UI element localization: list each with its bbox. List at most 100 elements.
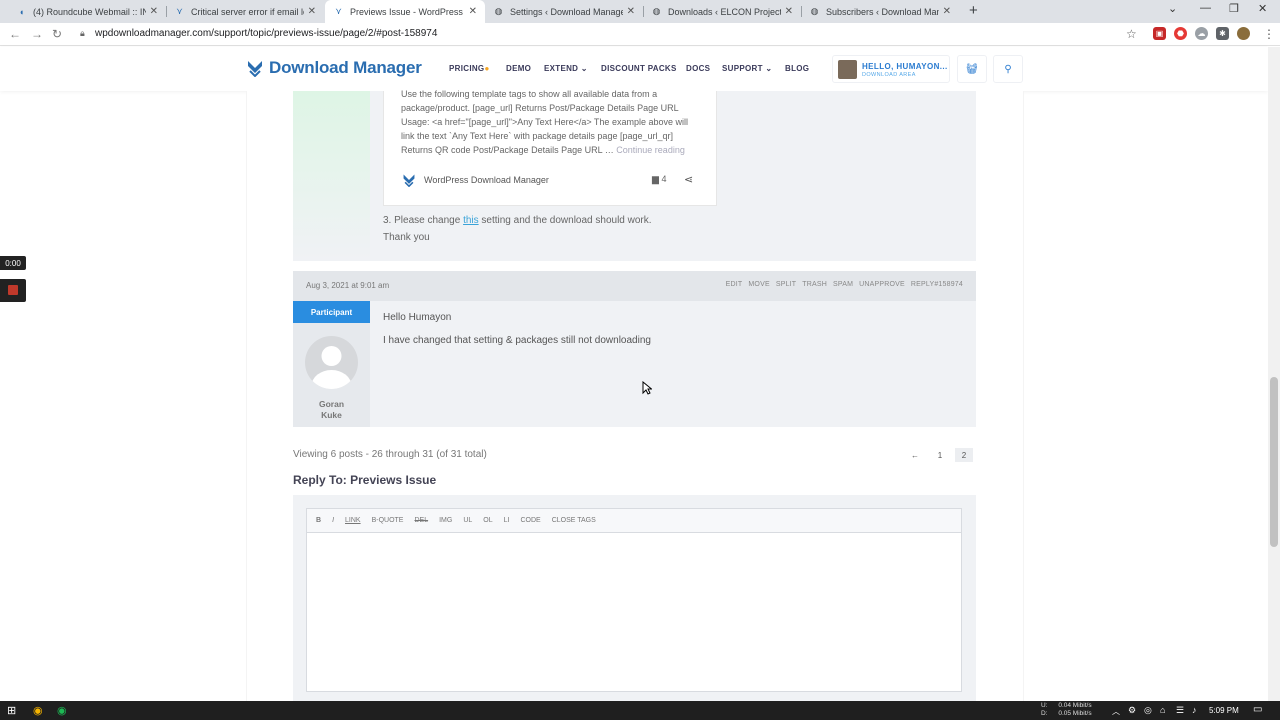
nav-discount-packs[interactable]: DISCOUNT PACKS [601, 64, 677, 73]
tab-critical-error[interactable]: ⋎ Critical server error if email lock ✕ [166, 0, 324, 23]
profile-avatar[interactable] [1237, 27, 1250, 40]
italic-button[interactable]: I [332, 517, 334, 524]
nav-extend[interactable]: EXTEND ⌄ [544, 64, 588, 73]
extension-cloud-icon[interactable]: ☁ [1195, 27, 1208, 40]
extension-adblock-icon[interactable]: ⬣ [1174, 27, 1187, 40]
reply-date: Aug 3, 2021 at 9:01 am [306, 281, 390, 290]
globe-icon: ◍ [494, 6, 503, 16]
share-icon[interactable]: ⋖ [684, 173, 693, 186]
forward-icon[interactable]: → [31, 27, 43, 41]
embed-site-title[interactable]: WordPress Download Manager [424, 175, 549, 185]
url-field[interactable]: wpdownloadmanager.com/support/topic/prev… [95, 28, 437, 39]
extensions-puzzle-icon[interactable]: ✱ [1216, 27, 1229, 40]
close-icon[interactable]: ✕ [943, 6, 951, 17]
close-icon[interactable]: ✕ [308, 6, 316, 17]
globe-icon: ◍ [652, 6, 661, 16]
back-icon[interactable]: ← [9, 27, 21, 41]
split-action[interactable]: SPLIT [776, 281, 796, 288]
previous-reply-author-column [293, 91, 370, 261]
tab-settings[interactable]: ◍ Settings ‹ Download Manager ‹ E ✕ [485, 0, 643, 23]
ul-button[interactable]: UL [463, 517, 472, 524]
cart-button[interactable]: 🧺︎ [957, 55, 987, 83]
windows-start-icon[interactable]: ⊞ [7, 704, 16, 717]
tab-previews-issue[interactable]: ⋎ Previews Issue - WordPress Dow ✕ [325, 0, 485, 23]
tab-downloads[interactable]: ◍ Downloads ‹ ELCON Projects — V ✕ [643, 0, 801, 23]
lock-icon[interactable]: 🔒︎ [80, 28, 85, 39]
download-area-label: DOWNLOAD AREA [862, 72, 916, 78]
mouse-cursor-icon [642, 381, 652, 395]
trash-action[interactable]: TRASH [802, 281, 827, 288]
window-close-icon[interactable]: ✕ [1258, 2, 1267, 15]
chrome-icon[interactable]: ◉ [33, 704, 43, 717]
unapprove-action[interactable]: UNAPPROVE [859, 281, 905, 288]
bookmark-star-icon[interactable]: ☆ [1126, 27, 1137, 41]
embed-card[interactable]: Use the following template tags to show … [383, 89, 717, 206]
code-button[interactable]: CODE [520, 517, 540, 524]
reply-textarea[interactable] [306, 508, 962, 692]
new-tab-plus-icon[interactable]: + [969, 2, 978, 19]
close-icon[interactable]: ✕ [785, 6, 793, 17]
restore-icon[interactable]: ❐ [1229, 2, 1239, 15]
close-icon[interactable]: ✕ [469, 6, 477, 17]
default-avatar-icon [311, 346, 352, 389]
volume-icon[interactable]: ♪ [1192, 705, 1197, 715]
search-button[interactable]: ⚲ [993, 55, 1023, 83]
reply-id[interactable]: #158974 [934, 281, 963, 288]
tab-subscribers[interactable]: ◍ Subscribers ‹ Download Manage ✕ [801, 0, 959, 23]
clock[interactable]: 5:09 PM [1209, 706, 1239, 715]
ol-button[interactable]: OL [483, 517, 492, 524]
user-account-box[interactable]: HELLO, HUMAYON... DOWNLOAD AREA [832, 55, 950, 83]
close-icon[interactable]: ✕ [150, 6, 158, 17]
bold-button[interactable]: B [316, 517, 321, 524]
close-icon[interactable]: ✕ [627, 6, 635, 17]
tab-search-icon[interactable]: ⌄ [1168, 2, 1177, 15]
extension-pdf-icon[interactable]: ▣ [1153, 27, 1166, 40]
page-scrollbar[interactable] [1268, 47, 1280, 701]
reply-actions: EDIT MOVE SPLIT TRASH SPAM UNAPPROVE REP… [726, 281, 963, 288]
page-1-link[interactable]: 1 [931, 448, 949, 462]
author-name[interactable]: Goran Kuke [293, 399, 370, 421]
close-tags-button[interactable]: CLOSE TAGS [552, 517, 596, 524]
app-icon[interactable]: ◉ [57, 704, 67, 717]
embed-comments[interactable]: ▆ 4 [652, 174, 666, 185]
continue-reading-link[interactable]: Continue reading [616, 145, 685, 155]
tray-app-icon[interactable]: ◎ [1144, 705, 1152, 716]
browser-tab-bar: ◖ (4) Roundcube Webmail :: INBOX ✕ ⋎ Cri… [0, 0, 1280, 23]
tray-wifi-icon[interactable]: ☰ [1176, 705, 1184, 716]
role-badge: Participant [293, 301, 370, 323]
nav-docs[interactable]: DOCS [686, 64, 710, 73]
page-2-current: 2 [955, 448, 973, 462]
tray-network-icon[interactable]: ⌂ [1160, 705, 1165, 715]
stop-recording-button[interactable] [0, 279, 26, 302]
reload-icon[interactable]: ↻ [52, 27, 62, 41]
network-speed: U: 0.04 Mibit/s D: 0.05 Mibit/s [1041, 702, 1092, 717]
notifications-icon[interactable]: ▭ [1253, 704, 1262, 715]
globe-icon: ◍ [810, 6, 819, 16]
del-button[interactable]: DEL [414, 517, 428, 524]
tab-roundcube[interactable]: ◖ (4) Roundcube Webmail :: INBOX ✕ [8, 0, 166, 23]
avatar[interactable] [305, 336, 358, 389]
this-setting-link[interactable]: this [463, 215, 479, 226]
tray-chevron-icon[interactable]: ︿ [1112, 706, 1120, 717]
download-manager-logo-icon[interactable] [247, 59, 263, 77]
move-action[interactable]: MOVE [748, 281, 769, 288]
scrollbar-thumb[interactable] [1270, 377, 1278, 547]
img-button[interactable]: IMG [439, 517, 452, 524]
spam-action[interactable]: SPAM [833, 281, 853, 288]
nav-blog[interactable]: BLOG [785, 64, 809, 73]
reply-to-title: Reply To: Previews Issue [293, 473, 437, 487]
link-button[interactable]: LINK [345, 517, 361, 524]
nav-demo[interactable]: DEMO [506, 64, 531, 73]
nav-support[interactable]: SUPPORT ⌄ [722, 64, 772, 73]
tray-gear-icon[interactable]: ⚙ [1128, 705, 1136, 716]
site-logo-text[interactable]: Download Manager [269, 58, 422, 78]
li-button[interactable]: LI [504, 517, 510, 524]
nav-pricing[interactable]: PRICING● [449, 64, 490, 73]
prev-page-button[interactable]: ← [906, 448, 924, 462]
site-header: Download Manager PRICING● DEMO EXTEND ⌄ … [0, 47, 1268, 91]
edit-action[interactable]: EDIT [726, 281, 743, 288]
reply-action[interactable]: REPLY#158974 [911, 281, 963, 288]
browser-menu-icon[interactable]: ⋮ [1263, 27, 1275, 41]
minimize-icon[interactable]: — [1200, 2, 1211, 14]
blockquote-button[interactable]: B-QUOTE [372, 517, 404, 524]
